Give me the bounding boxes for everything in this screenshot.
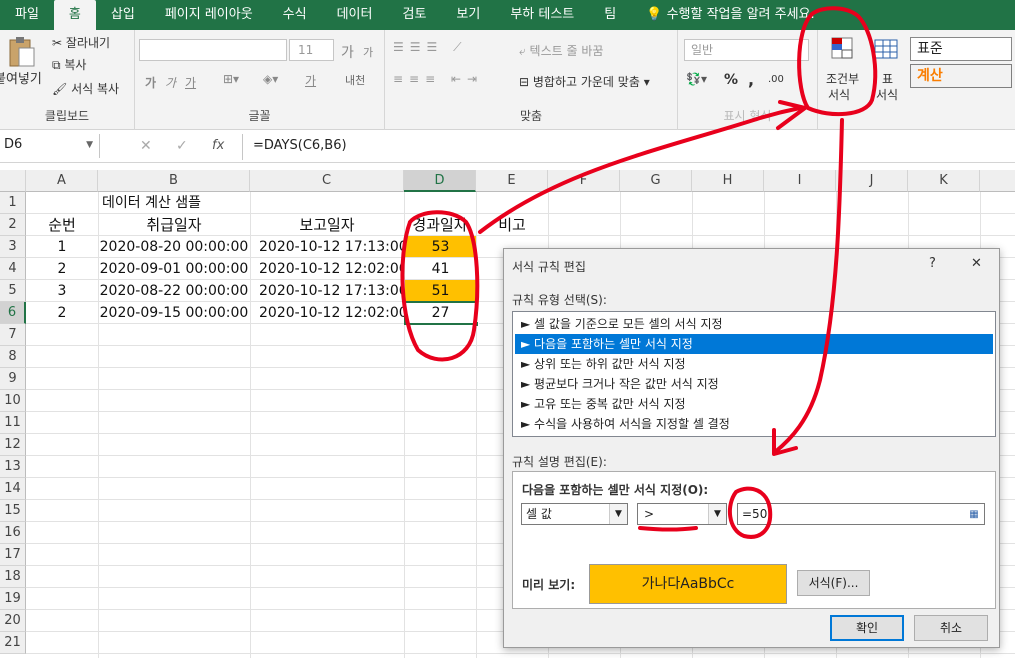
annotation-underline-operator bbox=[638, 526, 698, 532]
annotation-circle-cond-format bbox=[797, 6, 878, 117]
annotation-circle-value bbox=[727, 486, 773, 539]
annotation-arrow-to-dialog bbox=[773, 118, 844, 454]
annotation-arrow-to-ribbon bbox=[478, 106, 802, 234]
annotation-arrowhead-ribbon bbox=[776, 100, 807, 130]
annotation-circle-column-d bbox=[400, 210, 480, 362]
annotation-overlay bbox=[400, 6, 878, 539]
